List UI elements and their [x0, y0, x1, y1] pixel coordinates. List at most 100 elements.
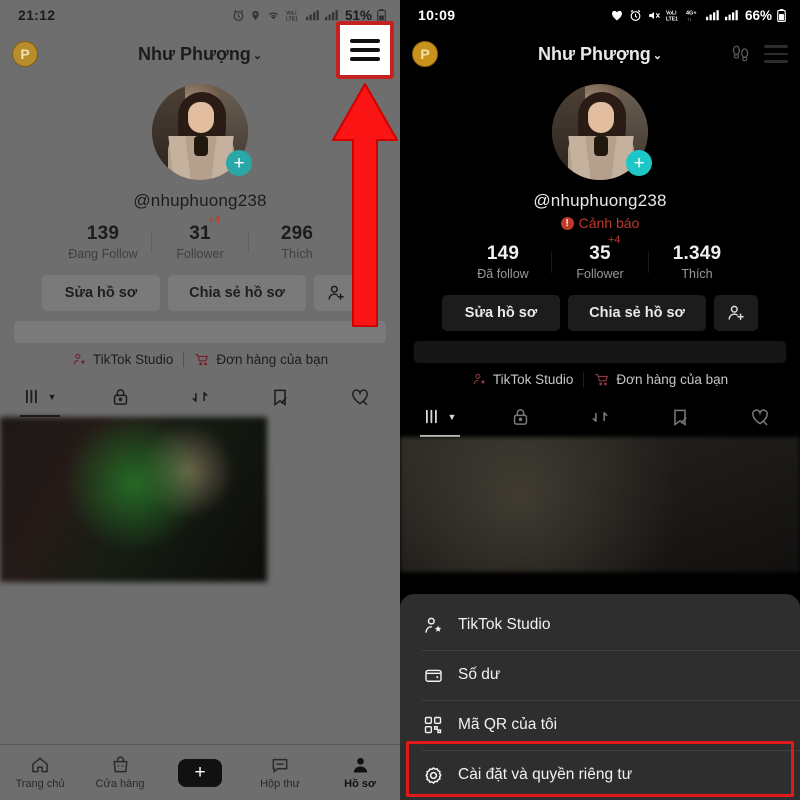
- signal-bars-2-icon: [324, 9, 339, 21]
- volte-lte-icon: VoLl LTE1: [666, 9, 681, 22]
- video-thumbnail-empty: [267, 417, 400, 582]
- warning-icon: !: [560, 216, 574, 230]
- nav-label: Trang chủ: [15, 778, 65, 790]
- stat-follower[interactable]: +4 35 Follower: [552, 234, 648, 281]
- tab-private[interactable]: [480, 397, 560, 437]
- video-thumbnail[interactable]: [0, 417, 267, 582]
- chevron-down-icon: ⌄: [252, 49, 263, 62]
- nav-shop[interactable]: Cửa hàng: [80, 755, 160, 790]
- profile-avatar-wrap[interactable]: +: [152, 84, 252, 180]
- stat-value: 35: [589, 243, 611, 264]
- tab-saved[interactable]: [640, 397, 720, 437]
- edit-profile-button[interactable]: Sửa hồ sơ: [42, 275, 160, 311]
- promo-strip[interactable]: [414, 341, 786, 363]
- menu-item-tiktok-studio[interactable]: TikTok Studio: [400, 600, 800, 650]
- alarm-icon: [232, 9, 245, 22]
- profile-menu-sheet: TikTok Studio Số dư Mã QR của tôi Cài đặ…: [400, 594, 800, 800]
- hamburger-menu-highlight-box[interactable]: [336, 21, 394, 79]
- grid-posts-icon: [425, 409, 437, 424]
- warning-label: Cảnh báo: [578, 215, 640, 231]
- chevron-down-icon: ▼: [47, 392, 57, 402]
- menu-item-my-qr-code[interactable]: Mã QR của tôi: [400, 700, 800, 750]
- stat-label: Follower: [176, 247, 224, 261]
- coin-badge[interactable]: P: [12, 41, 38, 67]
- nav-home[interactable]: Trang chủ: [0, 755, 80, 790]
- tab-reposts[interactable]: [160, 377, 240, 417]
- location-icon: [250, 9, 261, 22]
- svg-text:4G+: 4G+: [686, 10, 697, 16]
- chevron-down-icon: ⌄: [652, 49, 663, 62]
- status-time: 21:12: [18, 7, 56, 23]
- mute-icon: [647, 9, 661, 22]
- add-person-button[interactable]: [714, 295, 758, 331]
- hamburger-menu-icon[interactable]: [350, 39, 380, 61]
- right-status-bar: 10:09 VoLl LTE1 4G+ ↑↓ 66%: [400, 0, 800, 30]
- battery-icon: [377, 8, 386, 22]
- right-content-tabs: ▼: [400, 397, 800, 437]
- menu-item-settings-and-privacy[interactable]: Cài đặt và quyền riêng tư: [400, 750, 800, 800]
- coin-badge[interactable]: P: [412, 41, 438, 67]
- heart-icon: [610, 9, 624, 22]
- wifi-icon: [266, 9, 281, 21]
- add-profile-badge[interactable]: +: [226, 150, 252, 176]
- repost-icon: [192, 392, 208, 402]
- video-thumbnail[interactable]: [400, 437, 800, 572]
- right-profile-block: + @nhuphuong238 ! Cảnh báo: [400, 84, 800, 231]
- svg-text:↑↓: ↑↓: [687, 16, 692, 21]
- menu-item-label: Cài đặt và quyền riêng tư: [458, 766, 633, 783]
- quicklink-your-orders[interactable]: Đơn hàng của bạn: [194, 352, 328, 367]
- shop-bag-icon: [113, 756, 127, 773]
- tab-private[interactable]: [80, 377, 160, 417]
- right-phone-panel: 10:09 VoLl LTE1 4G+ ↑↓ 66% P Như Phượng …: [400, 0, 800, 800]
- hamburger-menu-icon[interactable]: [764, 45, 788, 63]
- tab-liked[interactable]: [320, 377, 400, 417]
- status-icons: VoLl LTE1 4G+ ↑↓ 66%: [610, 8, 786, 23]
- tab-saved[interactable]: [240, 377, 320, 417]
- repost-icon: [592, 412, 608, 422]
- menu-item-balance[interactable]: Số dư: [400, 650, 800, 700]
- signal-bars-2-icon: [724, 9, 739, 21]
- volte-lte-icon: VoLl LTE1: [286, 9, 301, 22]
- nav-profile[interactable]: Hồ sơ: [320, 755, 400, 790]
- bookmark-hidden-icon: [274, 389, 287, 406]
- home-icon: [32, 757, 48, 773]
- tab-liked[interactable]: [720, 397, 800, 437]
- tab-reposts[interactable]: [560, 397, 640, 437]
- right-stats-row: 149 Đã follow +4 35 Follower 1.349 Thích: [400, 234, 800, 281]
- footprints-icon[interactable]: [730, 42, 752, 66]
- quicklink-your-orders[interactable]: Đơn hàng của bạn: [594, 372, 728, 387]
- add-person-icon: [726, 303, 746, 323]
- share-profile-button[interactable]: Chia sẻ hồ sơ: [168, 275, 306, 311]
- svg-text:VoLl: VoLl: [286, 10, 297, 16]
- left-video-grid: [0, 417, 400, 582]
- right-header: P Như Phượng ⌄: [400, 30, 800, 78]
- profile-avatar-wrap[interactable]: +: [552, 84, 652, 180]
- screenshot-stage: 21:12 VoLl LTE1 51% P Như Phượng ⌄ + @nh…: [0, 0, 800, 800]
- tab-videos[interactable]: ▼: [400, 397, 480, 437]
- profile-handle: @nhuphuong238: [533, 191, 667, 210]
- stat-delta-badge: +4: [208, 214, 221, 226]
- quicklink-label: TikTok Studio: [492, 372, 574, 387]
- add-profile-badge[interactable]: +: [626, 150, 652, 176]
- stat-follower[interactable]: +4 31 Follower: [152, 214, 248, 261]
- right-header-right: [730, 42, 788, 66]
- nav-inbox[interactable]: Hộp thư: [240, 755, 320, 790]
- stat-label: Thích: [681, 267, 713, 281]
- cart-icon: [194, 352, 210, 367]
- profile-name-label: Như Phượng: [137, 43, 251, 64]
- quicklink-label: TikTok Studio: [92, 352, 174, 367]
- nav-create[interactable]: +: [160, 758, 240, 787]
- quicklink-tiktok-studio[interactable]: TikTok Studio: [472, 372, 574, 387]
- edit-profile-button[interactable]: Sửa hồ sơ: [442, 295, 560, 331]
- battery-percent: 66%: [744, 7, 772, 23]
- stat-likes[interactable]: 1.349 Thích: [649, 243, 745, 281]
- quicklink-tiktok-studio[interactable]: TikTok Studio: [72, 352, 174, 367]
- tab-videos[interactable]: ▼: [0, 377, 80, 417]
- create-plus-icon[interactable]: +: [173, 758, 227, 787]
- alarm-icon: [629, 9, 642, 22]
- stat-following[interactable]: 149 Đã follow: [455, 243, 551, 281]
- share-profile-button[interactable]: Chia sẻ hồ sơ: [568, 295, 706, 331]
- red-up-arrow-annotation: [330, 80, 400, 330]
- warning-banner[interactable]: ! Cảnh báo: [400, 215, 800, 231]
- stat-following[interactable]: 139 Đang Follow: [55, 223, 151, 261]
